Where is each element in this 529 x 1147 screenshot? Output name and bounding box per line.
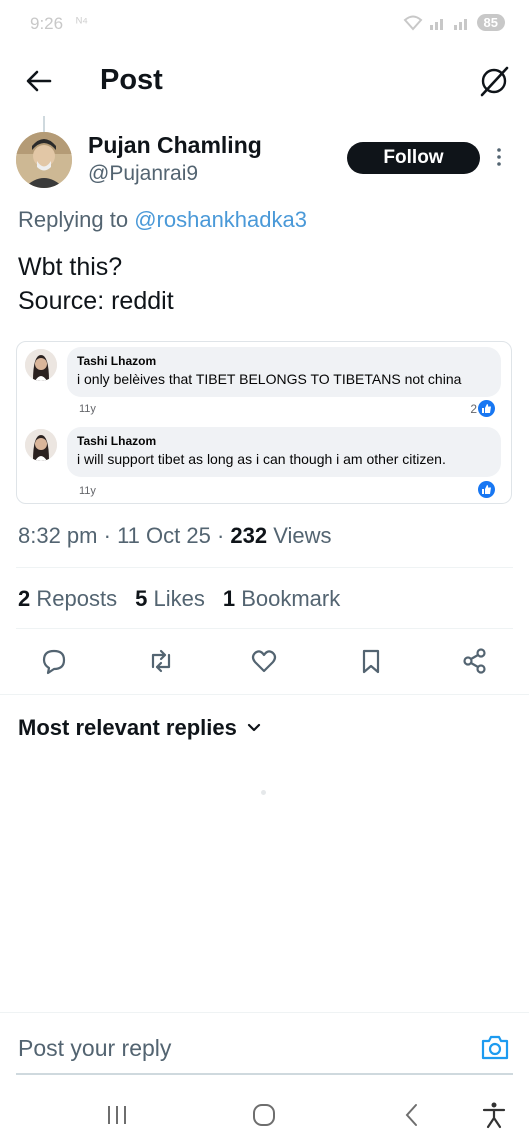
follow-button[interactable]: Follow <box>347 142 480 174</box>
repost-icon[interactable] <box>147 647 175 675</box>
home-icon[interactable] <box>249 1100 279 1130</box>
bookmarks-stat[interactable]: 1 Bookmark <box>223 586 340 612</box>
replies-sort-label: Most relevant replies <box>18 715 237 740</box>
comment-like-count: 2 <box>470 401 477 416</box>
replying-mention-link[interactable]: @roshankhadka3 <box>134 207 307 232</box>
author-display-name[interactable]: Pujan Chamling <box>88 132 262 159</box>
more-options-icon[interactable] <box>495 146 503 168</box>
back-arrow-icon[interactable] <box>22 64 56 98</box>
status-time: 9:26 <box>30 14 64 33</box>
status-notification-icon: ᴺ⁴ <box>76 14 89 30</box>
status-bar: 9:26 ᴺ⁴ 85 <box>0 0 529 50</box>
commenter-avatar <box>25 429 57 461</box>
bookmark-icon[interactable] <box>357 647 385 675</box>
reply-composer: Post your reply <box>0 1012 529 1075</box>
post-date: 11 Oct 25 <box>117 523 211 548</box>
replying-prefix: Replying to <box>18 207 129 232</box>
divider <box>16 567 513 568</box>
commenter-name: Tashi Lhazom <box>77 354 157 368</box>
reply-icon[interactable] <box>40 647 68 675</box>
comment-time: 11y <box>79 403 96 415</box>
embedded-comment: Tashi Lhazom i will support tibet as lon… <box>17 423 511 503</box>
post-stats: 2 Reposts 5 Likes 1 Bookmark <box>18 586 340 612</box>
back-nav-icon[interactable] <box>397 1100 427 1130</box>
likes-count: 5 <box>135 586 148 611</box>
accessibility-icon[interactable] <box>479 1100 509 1130</box>
likes-label: Likes <box>153 586 205 611</box>
likes-stat[interactable]: 5 Likes <box>135 586 205 612</box>
page-title: Post <box>100 64 163 96</box>
reply-input[interactable]: Post your reply <box>18 1035 171 1062</box>
wifi-icon <box>403 15 422 31</box>
recent-apps-icon[interactable] <box>102 1100 132 1130</box>
top-header: Post <box>0 50 529 116</box>
thumbs-up-icon <box>478 400 495 417</box>
reposts-label: Reposts <box>36 586 118 611</box>
bookmarks-label: Bookmark <box>241 586 341 611</box>
post-time: 8:32 pm <box>18 523 98 548</box>
share-icon[interactable] <box>461 647 489 675</box>
commenter-avatar <box>25 349 57 381</box>
status-icons: 85 <box>403 14 505 31</box>
loading-indicator <box>261 790 266 795</box>
grok-icon[interactable] <box>477 64 511 98</box>
post-image[interactable]: Tashi Lhazom i only belèives that TIBET … <box>16 341 512 504</box>
divider <box>0 694 529 695</box>
camera-icon[interactable] <box>480 1033 510 1061</box>
author-handle[interactable]: @Pujanrai9 <box>88 162 198 186</box>
views-count: 232 <box>230 523 268 548</box>
chevron-down-icon <box>247 723 260 732</box>
reposts-stat[interactable]: 2 Reposts <box>18 586 117 612</box>
post-text: Wbt this? Source: reddit <box>18 253 174 315</box>
battery-indicator: 85 <box>476 14 505 31</box>
signal-icon <box>429 18 443 30</box>
action-bar <box>0 647 529 679</box>
reply-input-underline <box>16 1073 513 1075</box>
reposts-count: 2 <box>18 586 31 611</box>
replies-sort-selector[interactable]: Most relevant replies <box>18 715 261 741</box>
system-nav-bar <box>0 1082 529 1147</box>
like-icon[interactable] <box>250 647 278 675</box>
signal-icon-2 <box>453 18 467 30</box>
comment-bubble: Tashi Lhazom i only belèives that TIBET … <box>67 347 501 397</box>
author-avatar[interactable] <box>16 132 72 188</box>
embedded-comment: Tashi Lhazom i only belèives that TIBET … <box>17 342 511 422</box>
thumbs-up-icon <box>478 481 495 498</box>
comment-likes <box>478 481 495 498</box>
comment-likes: 2 <box>470 400 495 417</box>
post-author: Pujan Chamling @Pujanrai9 Follow <box>16 132 516 192</box>
replying-to: Replying to @roshankhadka3 <box>18 207 307 233</box>
divider <box>16 628 513 629</box>
commenter-name: Tashi Lhazom <box>77 434 157 448</box>
comment-text: i will support tibet as long as i can th… <box>77 451 446 467</box>
comment-bubble: Tashi Lhazom i will support tibet as lon… <box>67 427 501 477</box>
comment-time: 11y <box>79 485 96 497</box>
comment-text: i only belèives that TIBET BELONGS TO TI… <box>77 371 462 387</box>
views-label: Views <box>273 523 332 548</box>
post-meta: 8:32 pm · 11 Oct 25 · 232 Views <box>18 523 332 548</box>
bookmarks-count: 1 <box>222 586 236 611</box>
